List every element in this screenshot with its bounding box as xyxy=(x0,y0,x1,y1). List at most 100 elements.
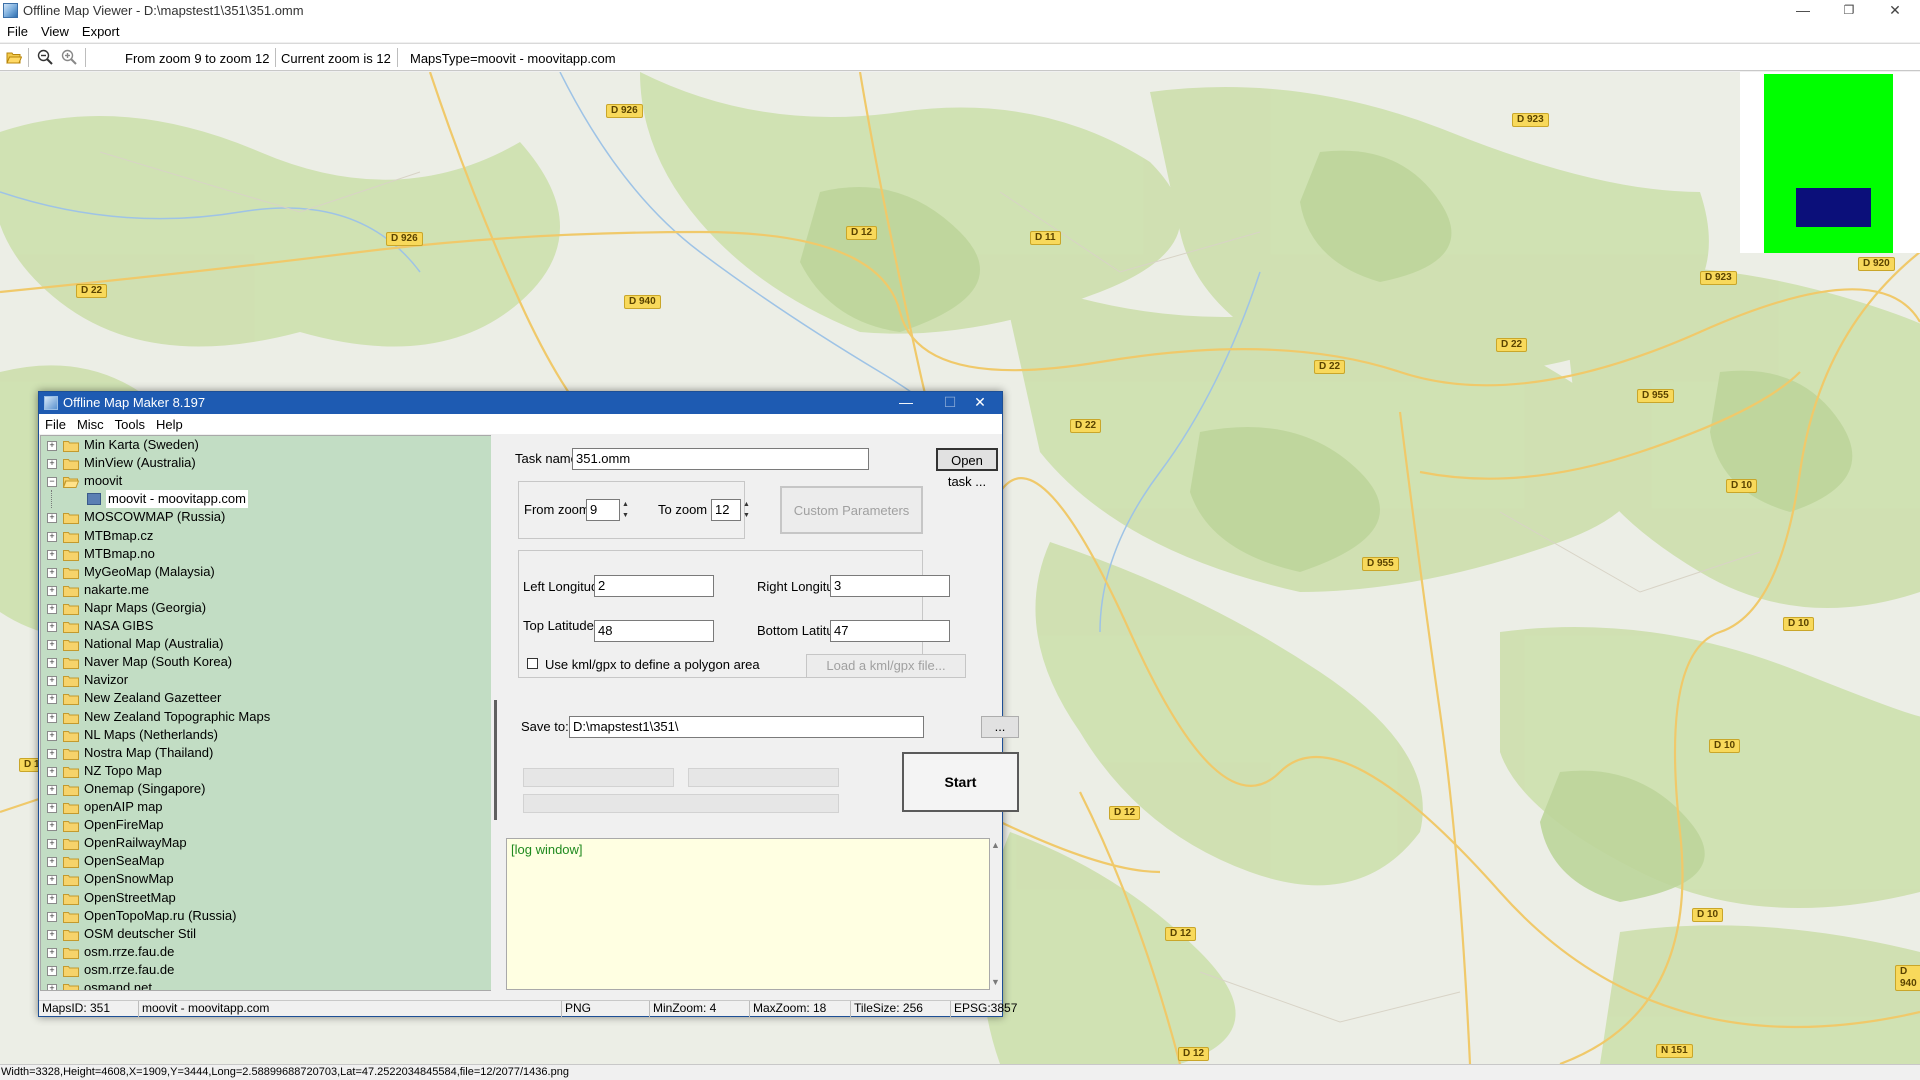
expand-icon[interactable]: + xyxy=(47,441,57,451)
tree-item[interactable]: + MinView (Australia) xyxy=(41,454,498,472)
tree-item[interactable]: + New Zealand Gazetteer xyxy=(41,689,498,707)
tree-scrollbar[interactable] xyxy=(491,435,502,991)
expand-icon[interactable]: + xyxy=(47,766,57,777)
tree-item[interactable]: + nakarte.me xyxy=(41,581,498,599)
minimize-button[interactable]: — xyxy=(1780,0,1826,22)
expand-icon[interactable]: + xyxy=(47,893,57,904)
tree-item[interactable]: + Navizor xyxy=(41,671,498,689)
spinner-down-icon[interactable]: ▼ xyxy=(740,510,753,521)
from-zoom-spinner[interactable]: ▲ ▼ xyxy=(619,499,632,521)
tree-item[interactable]: + OpenStreetMap xyxy=(41,889,498,907)
dialog-menu-help[interactable]: Help xyxy=(150,414,188,432)
tree-item[interactable]: + Min Karta (Sweden) xyxy=(41,436,498,454)
dialog-close-button[interactable]: ✕ xyxy=(958,392,1002,414)
overview-map[interactable] xyxy=(1740,72,1920,253)
tree-item[interactable]: + Napr Maps (Georgia) xyxy=(41,599,498,617)
expand-icon[interactable]: + xyxy=(47,567,57,578)
tree-item[interactable]: + MOSCOWMAP (Russia) xyxy=(41,508,498,526)
close-button[interactable]: ✕ xyxy=(1872,0,1918,22)
scroll-up-icon[interactable]: ▲ xyxy=(991,841,1000,850)
use-kml-checkbox[interactable] xyxy=(527,658,538,669)
map-source-tree[interactable]: + Min Karta (Sweden) + MinView (Australia) −… xyxy=(40,435,499,991)
zoom-out-icon[interactable] xyxy=(37,49,53,65)
expand-icon[interactable]: + xyxy=(47,857,57,868)
from-zoom-input[interactable]: 9 xyxy=(586,499,620,521)
task-name-input[interactable]: 351.omm xyxy=(572,448,869,470)
expand-icon[interactable]: + xyxy=(47,531,57,542)
tree-item[interactable]: + OSM deutscher Stil xyxy=(41,925,498,943)
zoom-in-icon[interactable] xyxy=(61,49,77,65)
tree-item[interactable]: + MTBmap.no xyxy=(41,545,498,563)
bottom-latitude-input[interactable]: 47 xyxy=(830,620,950,642)
expand-icon[interactable]: + xyxy=(47,730,57,741)
dialog-titlebar[interactable]: Offline Map Maker 8.197 — ☐ ✕ xyxy=(39,392,1002,414)
expand-icon[interactable]: + xyxy=(47,603,57,614)
expand-icon[interactable]: + xyxy=(47,839,57,850)
log-window[interactable]: [log window] xyxy=(506,838,990,990)
custom-parameters-button[interactable]: Custom Parameters xyxy=(780,486,923,534)
tree-item[interactable]: + osm.rrze.fau.de xyxy=(41,943,498,961)
spinner-up-icon[interactable]: ▲ xyxy=(619,499,632,510)
expand-icon[interactable]: + xyxy=(47,911,57,922)
expand-icon[interactable]: + xyxy=(47,947,57,958)
tree-item[interactable]: + National Map (Australia) xyxy=(41,635,498,653)
expand-icon[interactable]: + xyxy=(47,640,57,651)
to-zoom-spinner[interactable]: ▲ ▼ xyxy=(740,499,753,521)
tree-item[interactable]: + Onemap (Singapore) xyxy=(41,780,498,798)
expand-icon[interactable]: + xyxy=(47,694,57,705)
expand-icon[interactable]: + xyxy=(47,929,57,940)
start-button[interactable]: Start xyxy=(902,752,1019,812)
expand-icon[interactable]: + xyxy=(47,459,57,470)
menu-file[interactable]: File xyxy=(0,22,34,39)
expand-icon[interactable]: + xyxy=(47,513,57,524)
menu-export[interactable]: Export xyxy=(75,22,126,39)
expand-icon[interactable]: + xyxy=(47,821,57,832)
tree-item[interactable]: + NL Maps (Netherlands) xyxy=(41,726,498,744)
left-longitude-input[interactable]: 2 xyxy=(594,575,714,597)
tree-item[interactable]: + openAIP map xyxy=(41,798,498,816)
to-zoom-input[interactable]: 12 xyxy=(711,499,741,521)
dialog-menu-file[interactable]: File xyxy=(39,414,71,432)
top-latitude-input[interactable]: 48 xyxy=(594,620,714,642)
tree-item[interactable]: + osm.rrze.fau.de xyxy=(41,961,498,979)
dialog-minimize-button[interactable]: — xyxy=(884,392,928,414)
tree-child-item[interactable]: moovit - moovitapp.com xyxy=(41,490,498,509)
tree-item[interactable]: + OpenSnowMap xyxy=(41,870,498,888)
dialog-menu-misc[interactable]: Misc xyxy=(71,414,109,432)
scroll-down-icon[interactable]: ▼ xyxy=(991,978,1000,987)
tree-item[interactable]: + OpenSeaMap xyxy=(41,852,498,870)
menu-view[interactable]: View xyxy=(34,22,75,39)
expand-icon[interactable]: + xyxy=(47,875,57,886)
tree-item[interactable]: + MyGeoMap (Malaysia) xyxy=(41,563,498,581)
expand-icon[interactable]: + xyxy=(47,712,57,723)
overview-viewport[interactable] xyxy=(1796,188,1871,227)
tree-item[interactable]: + NZ Topo Map xyxy=(41,762,498,780)
spinner-down-icon[interactable]: ▼ xyxy=(619,510,632,521)
expand-icon[interactable]: + xyxy=(47,784,57,795)
expand-icon[interactable]: + xyxy=(47,984,57,990)
expand-icon[interactable]: + xyxy=(47,622,57,632)
log-scrollbar[interactable]: ▲ ▼ xyxy=(990,838,1001,990)
spinner-up-icon[interactable]: ▲ xyxy=(740,499,753,510)
open-folder-icon[interactable] xyxy=(6,49,22,65)
tree-item[interactable]: + MTBmap.cz xyxy=(41,527,498,545)
expand-icon[interactable]: + xyxy=(47,748,57,759)
tree-item[interactable]: + OpenFireMap xyxy=(41,816,498,834)
expand-icon[interactable]: + xyxy=(47,549,57,560)
dialog-menu-tools[interactable]: Tools xyxy=(109,414,150,432)
expand-icon[interactable]: + xyxy=(47,658,57,669)
save-to-input[interactable]: D:\mapstest1\351\ xyxy=(569,716,924,738)
tree-item[interactable]: + Naver Map (South Korea) xyxy=(41,653,498,671)
tree-item[interactable]: + Nostra Map (Thailand) xyxy=(41,744,498,762)
tree-item[interactable]: + OpenTopoMap.ru (Russia) xyxy=(41,907,498,925)
tree-item[interactable]: + NASA GIBS xyxy=(41,617,498,635)
expand-icon[interactable]: + xyxy=(47,585,57,596)
collapse-icon[interactable]: − xyxy=(47,477,57,488)
tree-item[interactable]: + OpenRailwayMap xyxy=(41,834,498,852)
load-kml-button[interactable]: Load a kml/gpx file... xyxy=(806,654,966,678)
maximize-button[interactable]: ❐ xyxy=(1826,0,1872,22)
tree-item[interactable]: + New Zealand Topographic Maps xyxy=(41,708,498,726)
right-longitude-input[interactable]: 3 xyxy=(830,575,950,597)
tree-item[interactable]: + osmand.net xyxy=(41,979,498,990)
tree-item[interactable]: − moovit xyxy=(41,472,498,490)
